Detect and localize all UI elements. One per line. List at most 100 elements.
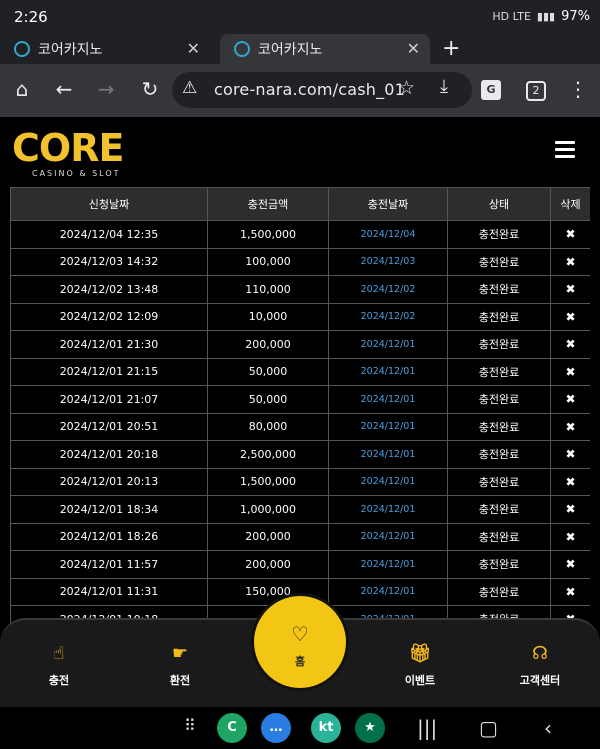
delete-button[interactable]: ✖ [550,467,590,496]
address-bar[interactable]: ⚠ core-nara.com/cash_01 ☆ ⤓ [172,72,472,108]
battery-level: 97% [561,9,590,24]
request-date-cell: 2024/12/01 20:51 [10,412,208,441]
charge-date-cell: 2024/12/02 [328,302,448,331]
delete-button[interactable]: ✖ [550,412,590,441]
charge-history-table-wrap: 신청날짜 충전금액 충전날짜 상태 삭제 2024/12/04 12:35 1,5… [10,187,590,637]
amount-cell: 10,000 [207,302,329,331]
tab-1[interactable]: 코어카지노 ✕ [0,34,210,64]
delete-button[interactable]: ✖ [550,357,590,386]
nav-exchange-label: 환전 [169,674,191,687]
table-row: 2024/12/01 20:51 80,000 2024/12/01 충전완료 ✖ [10,412,590,441]
tab-title: 코어카지노 [258,42,323,58]
browser-toolbar: ⌂ ← → ↻ ⚠ core-nara.com/cash_01 ☆ ⤓ G 2 … [0,64,600,117]
nav-charge[interactable]: ☝ 충전 [24,642,94,688]
amount-cell: 1,500,000 [207,220,329,249]
tab-bar: 코어카지노 ✕ 코어카지노 ✕ [0,34,600,64]
charge-date-cell: 2024/12/01 [328,550,448,579]
status-cell: 충전완료 [447,467,551,496]
table-row: 2024/12/01 18:34 1,000,000 2024/12/01 충전완료 ✖ [10,495,590,524]
amount-cell: 50,000 [207,385,329,414]
status-cell: 충전완료 [447,550,551,579]
logo-wordmark: CORE [12,126,124,170]
app-drawer-icon[interactable]: ⠿ [184,716,196,735]
delete-button[interactable]: ✖ [550,275,590,304]
amount-cell: 80,000 [207,412,329,441]
nav-exchange[interactable]: ☛ 환전 [145,642,215,688]
request-date-cell: 2024/12/01 20:18 [10,440,208,469]
col-amount: 충전금액 [207,187,329,221]
delete-button[interactable]: ✖ [550,302,590,331]
nav-support[interactable]: ☊ 고객센터 [505,642,575,688]
delete-button[interactable]: ✖ [550,385,590,414]
logo-subtitle: CASINO & SLOT [32,169,121,178]
delete-button[interactable]: ✖ [550,440,590,469]
delete-button[interactable]: ✖ [550,550,590,579]
recents-icon[interactable]: ||| [417,716,437,740]
table-row: 2024/12/02 13:48 110,000 2024/12/02 충전완료 ✖ [10,275,590,304]
starbucks-app-icon[interactable]: ★ [355,713,385,743]
table-row: 2024/12/01 20:13 1,500,000 2024/12/01 충전완료 ✖ [10,467,590,496]
new-tab-button[interactable]: + [442,36,460,61]
home-icon[interactable]: ⌂ [10,77,34,101]
url-text[interactable]: core-nara.com/cash_01 [214,80,405,99]
status-cell: 충전완료 [447,302,551,331]
delete-button[interactable]: ✖ [550,495,590,524]
download-icon[interactable]: ⤓ [440,76,448,97]
site-header: CORE CASINO & SLOT [0,117,600,187]
status-cell: 충전완료 [447,357,551,386]
nav-event[interactable]: 🎁︎ 이벤트 [385,642,455,688]
status-cell: 충전완료 [447,522,551,551]
tab-count-button[interactable]: 2 [526,81,546,101]
charge-date-cell: 2024/12/01 [328,467,448,496]
charge-date-cell: 2024/12/01 [328,440,448,469]
col-delete: 삭제 [550,187,590,221]
request-date-cell: 2024/12/01 11:57 [10,550,208,579]
col-request-date: 신청날짜 [10,187,208,221]
charge-date-cell: 2024/12/01 [328,522,448,551]
nav-home-button[interactable]: ♡ 홈 [254,596,346,688]
deposit-hand-icon: ☝ [53,643,65,664]
charge-date-cell: 2024/12/01 [328,577,448,606]
site-favicon-icon [234,41,250,57]
kt-app-icon[interactable]: kt [311,713,341,743]
table-row: 2024/12/01 21:30 200,000 2024/12/01 충전완료 ✖ [10,330,590,359]
col-status: 상태 [447,187,551,221]
status-cell: 충전완료 [447,412,551,441]
signal-icon: ▮▮▮ [536,10,556,23]
messages-app-icon[interactable]: … [261,713,291,743]
delete-button[interactable]: ✖ [550,247,590,276]
status-cell: 충전완료 [447,495,551,524]
status-icons: HD LTE ▮▮▮ 97% [492,9,590,24]
home-nav-icon[interactable]: ▢ [479,716,498,740]
amount-cell: 200,000 [207,330,329,359]
back-icon[interactable]: ← [52,77,76,101]
request-date-cell: 2024/12/02 13:48 [10,275,208,304]
status-cell: 충전완료 [447,330,551,359]
close-tab-icon[interactable]: ✕ [187,39,200,58]
reload-icon[interactable]: ↻ [138,77,162,101]
delete-button[interactable]: ✖ [550,330,590,359]
table-row: 2024/12/01 18:26 200,000 2024/12/01 충전완료 ✖ [10,522,590,551]
delete-button[interactable]: ✖ [550,577,590,606]
amount-cell: 1,500,000 [207,467,329,496]
back-nav-icon[interactable]: ‹ [544,716,552,740]
nav-charge-label: 충전 [48,674,70,687]
delete-button[interactable]: ✖ [550,220,590,249]
bookmark-star-icon[interactable]: ☆ [398,77,415,99]
menu-dots-icon[interactable]: ⋮ [566,77,590,101]
translate-icon[interactable]: G [481,80,501,100]
site-logo[interactable]: CORE CASINO & SLOT [12,126,124,178]
tab-2[interactable]: 코어카지노 ✕ [220,34,430,64]
table-row: 2024/12/02 12:09 10,000 2024/12/02 충전완료 ✖ [10,302,590,331]
charge-date-cell: 2024/12/01 [328,385,448,414]
amount-cell: 50,000 [207,357,329,386]
table-row: 2024/12/01 11:57 200,000 2024/12/01 충전완료 ✖ [10,550,590,579]
delete-button[interactable]: ✖ [550,522,590,551]
call-app-icon[interactable]: C [217,713,247,743]
withdraw-hand-icon: ☛ [171,643,189,664]
close-tab-icon[interactable]: ✕ [407,39,420,58]
hamburger-menu-icon[interactable] [555,141,575,158]
forward-icon[interactable]: → [94,77,118,101]
not-secure-icon[interactable]: ⚠ [182,78,197,98]
nav-event-label: 이벤트 [404,674,436,687]
